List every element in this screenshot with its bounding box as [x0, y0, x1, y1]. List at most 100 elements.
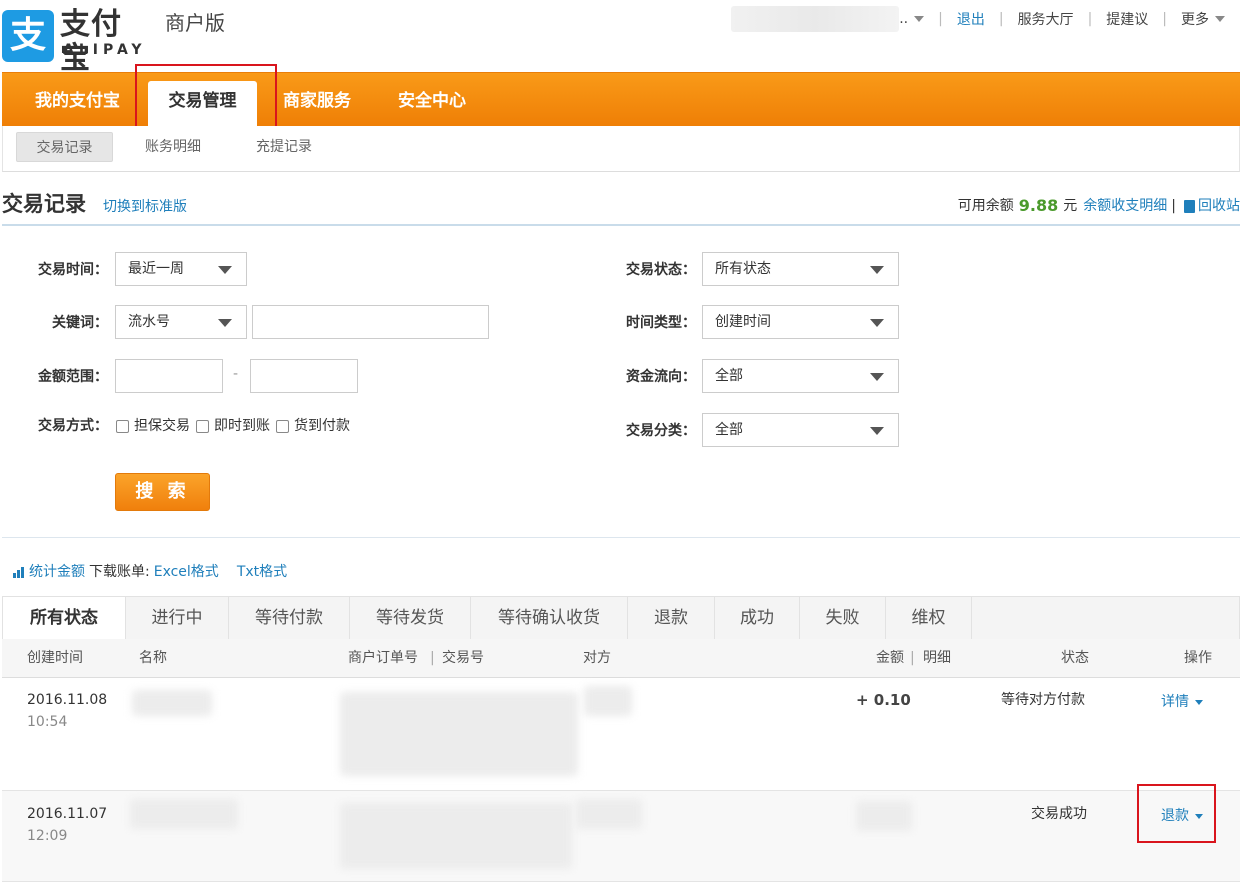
user-name-suffix: ..: [899, 11, 909, 27]
cod-checkbox[interactable]: [276, 419, 289, 433]
divider: |: [430, 650, 435, 666]
detail-action[interactable]: 详情: [1161, 692, 1203, 712]
balance-label: 可用余额: [957, 198, 1014, 214]
trade-status-label: 交易状态：: [626, 262, 696, 278]
merchant-edition-label: 商户版: [165, 11, 225, 35]
tab-success[interactable]: 成功: [715, 597, 800, 639]
switch-standard-link[interactable]: 切换到标准版: [103, 198, 187, 216]
detail-link[interactable]: 详情: [1161, 692, 1189, 712]
order-number-blurred: [340, 803, 572, 869]
chevron-down-icon: [870, 427, 884, 435]
divider: |: [910, 650, 915, 666]
escrow-label: 担保交易: [134, 418, 190, 434]
row-time: 10:54: [27, 714, 68, 730]
chevron-down-icon: [218, 266, 232, 274]
table-row: 2016.11.08 10:54 + 0.10 等待对方付款 详情: [2, 678, 1240, 791]
subnav-account-details[interactable]: 账务明细: [130, 132, 216, 162]
tab-waiting-shipment[interactable]: 等待发货: [350, 597, 471, 639]
download-label: 下载账单:: [89, 564, 150, 580]
tab-failed[interactable]: 失败: [800, 597, 886, 639]
logo-text-en: ALIPAY: [63, 42, 147, 58]
row-time: 12:09: [27, 828, 68, 844]
col-create-time: 创建时间: [27, 650, 83, 666]
divider: |: [998, 11, 1004, 27]
chevron-down-icon[interactable]: [1195, 699, 1203, 705]
user-dropdown-chevron-icon[interactable]: [914, 16, 925, 22]
trade-category-select[interactable]: 全部: [702, 413, 899, 447]
instant-checkbox[interactable]: [196, 419, 209, 433]
tab-in-progress[interactable]: 进行中: [126, 597, 229, 639]
download-txt-link[interactable]: Txt格式: [237, 562, 287, 582]
amount-blurred: [856, 801, 912, 831]
header: 支 支付宝 ALIPAY 商户版 .. | 退出 | 服务大厅 | 提建议 | …: [0, 0, 1241, 76]
name-blurred: [132, 690, 212, 716]
time-type-select[interactable]: 创建时间: [702, 305, 899, 339]
row-amount: + 0.10: [856, 691, 911, 709]
keyword-type-value: 流水号: [128, 314, 170, 330]
col-status: 状态: [1061, 650, 1089, 666]
more-chevron-down-icon[interactable]: [1215, 16, 1225, 22]
col-action: 操作: [1184, 650, 1212, 666]
recycle-bin-link[interactable]: 回收站: [1198, 196, 1240, 216]
row-date: 2016.11.07: [27, 806, 108, 822]
subnav-trade-records[interactable]: 交易记录: [16, 132, 113, 162]
col-counterparty: 对方: [583, 650, 611, 666]
trade-time-select[interactable]: 最近一周: [115, 252, 247, 286]
col-trade-no: 交易号: [442, 650, 484, 666]
amount-min-input[interactable]: [115, 359, 223, 393]
top-links: .. | 退出 | 服务大厅 | 提建议 | 更多: [731, 6, 1225, 32]
fund-flow-select[interactable]: 全部: [702, 359, 899, 393]
trade-time-label: 交易时间：: [38, 262, 108, 278]
trade-time-value: 最近一周: [128, 261, 184, 277]
order-number-blurred: [340, 692, 578, 776]
keyword-label: 关键词：: [52, 315, 108, 331]
col-amount: 金额: [876, 650, 904, 666]
balance-area: 可用余额 9.88 元 余额收支明细 | 回收站: [958, 196, 1240, 216]
tab-waiting-payment[interactable]: 等待付款: [229, 597, 350, 639]
nav-security-center[interactable]: 安全中心: [398, 81, 466, 127]
stat-amount-link[interactable]: 统计金额: [29, 562, 85, 582]
amount-range-dash: -: [233, 366, 239, 382]
trade-status-select[interactable]: 所有状态: [702, 252, 899, 286]
more-menu[interactable]: 更多: [1181, 9, 1209, 29]
filter-panel: 交易时间： 最近一周 关键词： 流水号 金额范围： - 交易方式： 担保交易 即…: [2, 228, 1240, 538]
tab-all-status[interactable]: 所有状态: [3, 597, 126, 640]
chevron-down-icon: [870, 266, 884, 274]
instant-label: 即时到账: [214, 418, 270, 434]
tab-waiting-receipt[interactable]: 等待确认收货: [471, 597, 628, 639]
escrow-checkbox[interactable]: [116, 419, 129, 433]
subnav-deposit-withdraw-records[interactable]: 充提记录: [241, 132, 327, 162]
search-button[interactable]: 搜 索: [115, 473, 210, 511]
chevron-down-icon: [870, 373, 884, 381]
logout-link[interactable]: 退出: [957, 9, 985, 29]
trade-method-options: 担保交易 即时到账 货到付款: [116, 416, 356, 436]
table-row: 2016.11.07 12:09 交易成功 退款: [2, 791, 1240, 882]
col-name: 名称: [139, 650, 167, 666]
page-title: 交易记录: [2, 192, 86, 216]
tab-refund[interactable]: 退款: [628, 597, 715, 639]
counterparty-blurred: [584, 686, 632, 716]
divider: |: [1171, 198, 1176, 214]
trade-method-label: 交易方式：: [38, 418, 108, 434]
nav-merchant-services[interactable]: 商家服务: [283, 81, 351, 127]
highlight-box-refund: [1137, 784, 1216, 843]
alipay-logo[interactable]: 支 支付宝 ALIPAY: [0, 6, 150, 76]
amount-max-input[interactable]: [250, 359, 358, 393]
user-name-blurred[interactable]: [731, 6, 900, 32]
balance-unit: 元: [1063, 198, 1078, 214]
name-blurred: [130, 799, 238, 829]
amount-range-label: 金额范围：: [38, 369, 108, 385]
feedback-link[interactable]: 提建议: [1106, 9, 1148, 29]
balance-detail-link[interactable]: 余额收支明细: [1083, 196, 1167, 216]
time-type-value: 创建时间: [715, 314, 771, 330]
row-status: 等待对方付款: [1001, 692, 1085, 708]
nav-my-alipay[interactable]: 我的支付宝: [35, 81, 120, 127]
tab-rights-protection[interactable]: 维权: [886, 597, 972, 639]
keyword-type-select[interactable]: 流水号: [115, 305, 247, 339]
trash-icon[interactable]: [1184, 199, 1195, 213]
bar-chart-icon: [13, 566, 25, 578]
service-hall-link[interactable]: 服务大厅: [1018, 9, 1074, 29]
table-header: 创建时间 名称 商户订单号 | 交易号 对方 金额 | 明细 状态 操作: [2, 639, 1240, 678]
keyword-input[interactable]: [252, 305, 489, 339]
download-excel-link[interactable]: Excel格式: [154, 562, 219, 582]
